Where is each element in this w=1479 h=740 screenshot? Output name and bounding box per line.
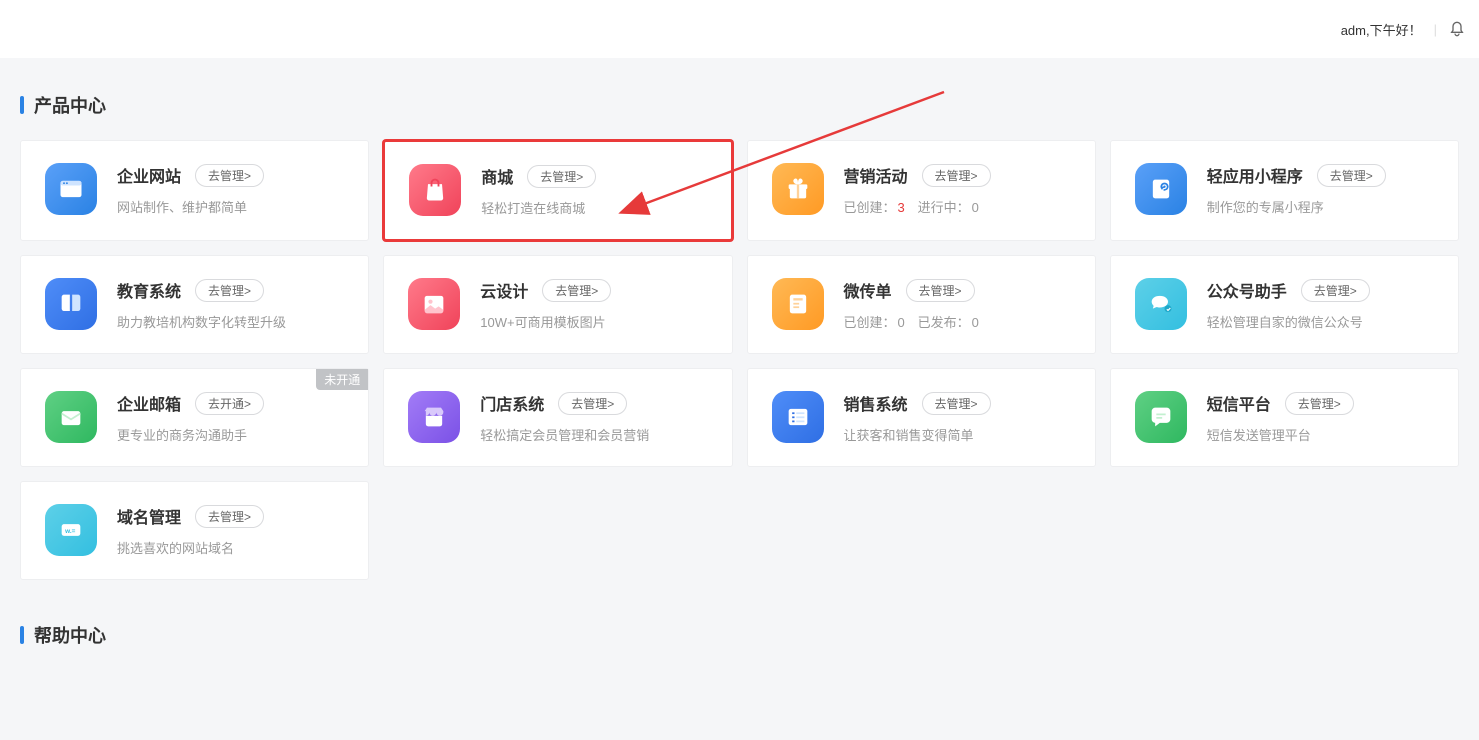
card-desc: 轻松管理自家的微信公众号 bbox=[1207, 312, 1434, 331]
section-title: 帮助中心 bbox=[34, 622, 106, 648]
manage-button[interactable]: 去管理> bbox=[906, 279, 975, 302]
shopping-bag-icon bbox=[409, 164, 461, 216]
domain-icon: w.= bbox=[45, 504, 97, 556]
card-title: 企业邮箱 bbox=[117, 391, 181, 415]
miniprogram-icon bbox=[1135, 163, 1187, 215]
card-desc: 网站制作、维护都简单 bbox=[117, 197, 344, 216]
card-title: 域名管理 bbox=[117, 504, 181, 528]
card-desc: 轻松搞定会员管理和会员营销 bbox=[480, 425, 707, 444]
manage-button[interactable]: 去管理> bbox=[1317, 164, 1386, 187]
svg-text:w.=: w.= bbox=[64, 528, 76, 535]
card-wechat-helper: 公众号助手去管理> 轻松管理自家的微信公众号 bbox=[1110, 255, 1459, 354]
card-title: 企业网站 bbox=[117, 163, 181, 187]
card-title: 销售系统 bbox=[844, 391, 908, 415]
wechat-icon bbox=[1135, 278, 1187, 330]
card-desc: 让获客和销售变得简单 bbox=[844, 425, 1071, 444]
gift-icon bbox=[772, 163, 824, 215]
notification-icon[interactable] bbox=[1449, 21, 1465, 37]
card-mall: 商城去管理> 轻松打造在线商城 bbox=[383, 140, 732, 241]
card-desc: 短信发送管理平台 bbox=[1207, 425, 1434, 444]
manage-button[interactable]: 去管理> bbox=[195, 164, 264, 187]
card-title: 轻应用小程序 bbox=[1207, 163, 1303, 187]
divider: | bbox=[1434, 22, 1437, 37]
card-title: 微传单 bbox=[844, 278, 892, 302]
topbar: adm,下午好！ | bbox=[0, 0, 1479, 58]
card-email: 未开通 企业邮箱去开通> 更专业的商务沟通助手 bbox=[20, 368, 369, 467]
section-bar-icon bbox=[20, 626, 24, 644]
manage-button[interactable]: 去管理> bbox=[195, 505, 264, 528]
section-bar-icon bbox=[20, 96, 24, 114]
website-icon bbox=[45, 163, 97, 215]
card-title: 门店系统 bbox=[480, 391, 544, 415]
manage-button[interactable]: 去管理> bbox=[922, 392, 991, 415]
card-title: 营销活动 bbox=[844, 163, 908, 187]
card-enterprise-website: 企业网站去管理> 网站制作、维护都简单 bbox=[20, 140, 369, 241]
card-desc: 挑选喜欢的网站域名 bbox=[117, 538, 344, 557]
card-cloud-design: 云设计去管理> 10W+可商用模板图片 bbox=[383, 255, 732, 354]
card-marketing: 营销活动去管理> 已创建：3 进行中：0 bbox=[747, 140, 1096, 241]
card-desc: 更专业的商务沟通助手 bbox=[117, 425, 344, 444]
page: 产品中心 企业网站去管理> 网站制作、维护都简单 商城去管理> 轻松打造在线商城 bbox=[0, 58, 1479, 690]
card-sales-system: 销售系统去管理> 让获客和销售变得简单 bbox=[747, 368, 1096, 467]
card-desc: 助力教培机构数字化转型升级 bbox=[117, 312, 344, 331]
mail-icon bbox=[45, 391, 97, 443]
manage-button[interactable]: 去管理> bbox=[527, 165, 596, 188]
section-header-product: 产品中心 bbox=[20, 92, 1459, 118]
card-store-system: 门店系统去管理> 轻松搞定会员管理和会员营销 bbox=[383, 368, 732, 467]
card-stats: 已创建：3 进行中：0 bbox=[844, 197, 1071, 216]
card-miniprogram: 轻应用小程序去管理> 制作您的专属小程序 bbox=[1110, 140, 1459, 241]
card-title: 短信平台 bbox=[1207, 391, 1271, 415]
card-domain: w.= 域名管理去管理> 挑选喜欢的网站域名 bbox=[20, 481, 369, 580]
store-icon bbox=[408, 391, 460, 443]
status-badge: 未开通 bbox=[316, 369, 368, 390]
user-greeting: adm,下午好！ bbox=[1341, 20, 1422, 39]
card-title: 公众号助手 bbox=[1207, 278, 1287, 302]
book-icon bbox=[45, 278, 97, 330]
list-icon bbox=[772, 391, 824, 443]
card-flyer: 微传单去管理> 已创建：0 已发布：0 bbox=[747, 255, 1096, 354]
section-header-help: 帮助中心 bbox=[20, 622, 1459, 648]
manage-button[interactable]: 去管理> bbox=[195, 279, 264, 302]
manage-button[interactable]: 去管理> bbox=[1301, 279, 1370, 302]
manage-button[interactable]: 去管理> bbox=[558, 392, 627, 415]
card-title: 云设计 bbox=[480, 278, 528, 302]
flyer-icon bbox=[772, 278, 824, 330]
card-title: 教育系统 bbox=[117, 278, 181, 302]
image-icon bbox=[408, 278, 460, 330]
card-education: 教育系统去管理> 助力教培机构数字化转型升级 bbox=[20, 255, 369, 354]
card-sms: 短信平台去管理> 短信发送管理平台 bbox=[1110, 368, 1459, 467]
message-icon bbox=[1135, 391, 1187, 443]
open-button[interactable]: 去开通> bbox=[195, 392, 264, 415]
manage-button[interactable]: 去管理> bbox=[542, 279, 611, 302]
card-desc: 制作您的专属小程序 bbox=[1207, 197, 1434, 216]
card-desc: 轻松打造在线商城 bbox=[481, 198, 706, 217]
section-title: 产品中心 bbox=[34, 92, 106, 118]
card-desc: 10W+可商用模板图片 bbox=[480, 312, 707, 331]
manage-button[interactable]: 去管理> bbox=[1285, 392, 1354, 415]
card-stats: 已创建：0 已发布：0 bbox=[844, 312, 1071, 331]
product-grid: 企业网站去管理> 网站制作、维护都简单 商城去管理> 轻松打造在线商城 营销活动… bbox=[20, 140, 1459, 580]
card-title: 商城 bbox=[481, 164, 513, 188]
manage-button[interactable]: 去管理> bbox=[922, 164, 991, 187]
